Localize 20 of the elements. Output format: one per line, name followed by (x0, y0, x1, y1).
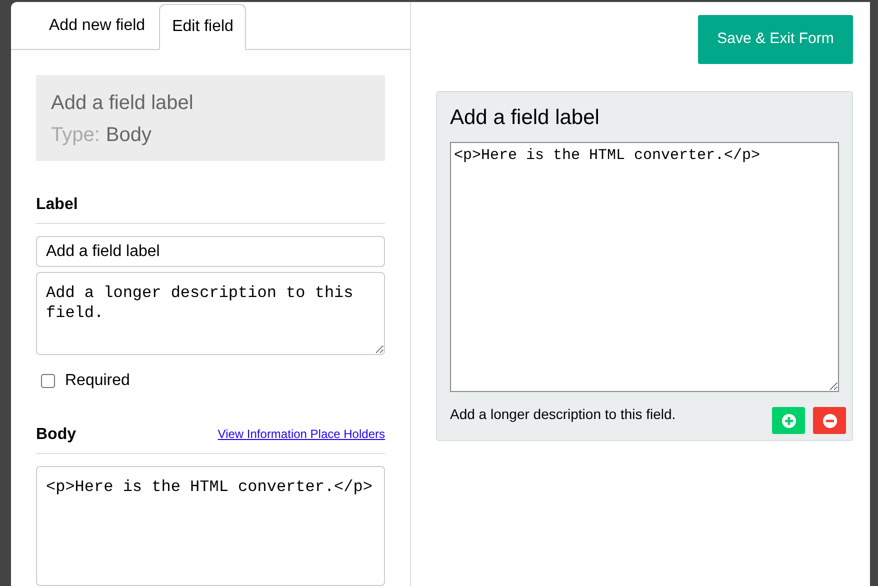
plus-icon (782, 414, 796, 428)
label-input[interactable]: Add a field label (36, 236, 385, 267)
type-value: Body (106, 123, 152, 147)
tab[interactable]: Edit field (159, 4, 246, 50)
place-holders-link[interactable]: View Information Place Holders (218, 425, 385, 443)
preview-title: Add a field label (450, 105, 600, 131)
tab[interactable]: Add new field (37, 3, 158, 49)
remove-button[interactable] (813, 407, 846, 434)
type-label: Type: (51, 123, 100, 147)
minus-icon (822, 414, 836, 428)
field-title: Add a field label (51, 91, 194, 116)
required-checkbox[interactable] (41, 374, 55, 388)
body-textarea[interactable]: <p>Here is the HTML converter.</p> (36, 466, 385, 586)
section-heading: Body (36, 425, 76, 445)
add-button[interactable] (772, 407, 805, 434)
description-textarea[interactable]: Add a longer description to this field. (36, 272, 385, 355)
preview-description: Add a longer description to this field. (450, 405, 676, 424)
section-heading: Label (36, 196, 78, 213)
required-label: Required (65, 371, 130, 391)
preview-textarea[interactable]: <p>Here is the HTML converter.</p> (450, 142, 839, 392)
